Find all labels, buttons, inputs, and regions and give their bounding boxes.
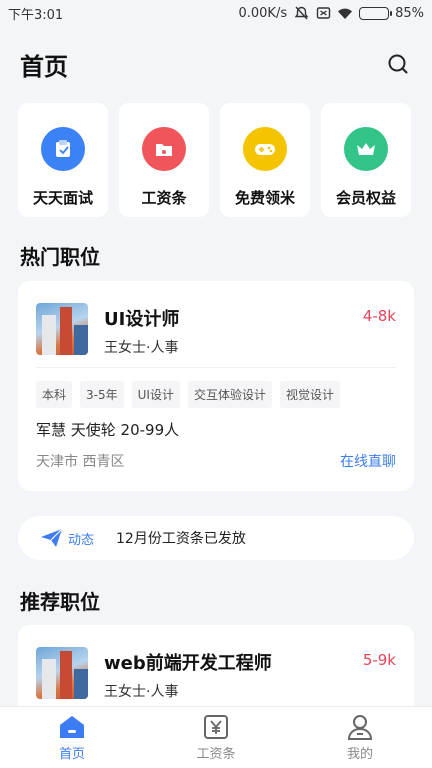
job-tag: 3-5年 [80,381,124,408]
user-icon [347,714,373,740]
divider [36,367,396,368]
tab-label: 工资条 [196,746,236,762]
search-icon [388,54,408,74]
tab-label: 我的 [346,746,373,762]
sim-icon [315,6,331,20]
status-indicators: 0.00K/s 85% [238,6,424,21]
job-header: UI设计师 4-8k 王女士·人事 [36,303,396,357]
news-tag-label: 动态 [68,532,95,548]
job-header: web前端开发工程师 5-9k 王女士·人事 [36,647,396,701]
job-tag: 视觉设计 [279,381,340,408]
page-title: 首页 [20,52,68,81]
quick-action-payslip[interactable]: 工资条 [119,103,209,217]
gamepad-icon [243,127,287,171]
quick-action-label: 工资条 [141,189,187,207]
job-title: web前端开发工程师 [104,653,272,674]
company-image [36,303,88,355]
job-location: 天津市 西青区 [36,454,125,470]
online-chat-link[interactable]: 在线直聊 [340,451,396,471]
yen-icon [204,714,228,739]
quick-action-free-rice[interactable]: 免费领米 [220,103,310,217]
news-text: 12月份工资条已发放 [116,531,246,547]
folder-icon [142,127,186,171]
tab-mine[interactable]: 我的 [288,707,432,768]
job-tags: 本科 3-5年 UI设计 交互体验设计 视觉设计 [36,381,340,408]
quick-action-label: 天天面试 [32,189,93,207]
recommended-jobs-title: 推荐职位 [20,590,100,614]
tab-label: 首页 [58,746,85,762]
quick-action-interview[interactable]: 天天面试 [18,103,108,217]
job-salary: 4-8k [362,307,396,325]
interview-icon [41,127,85,171]
battery-icon [359,6,393,20]
quick-actions: 天天面试 工资条 免费领米 会员权益 [18,103,432,217]
search-button[interactable] [384,50,412,78]
job-tag: 本科 [36,381,73,408]
job-salary: 5-9k [362,651,396,669]
company-info: 军慧 天使轮 20-99人 [36,421,180,439]
job-title: UI设计师 [104,309,180,330]
network-speed: 0.00K/s [238,5,288,21]
job-tag: 交互体验设计 [187,381,272,408]
news-tag: 动态 [40,528,94,548]
page-header: 首页 [20,46,412,82]
tab-home[interactable]: 首页 [0,707,144,768]
job-contact: 王女士·人事 [104,684,179,700]
company-image [36,647,88,699]
home-icon [60,715,84,738]
battery-percent: 85% [395,5,424,21]
wifi-icon [337,6,353,20]
tab-payslip[interactable]: 工资条 [144,707,288,768]
news-bar[interactable]: 动态 12月份工资条已发放 [18,516,414,560]
bottom-tab-bar: 首页 工资条 我的 [0,706,432,768]
quick-action-label: 免费领米 [234,189,295,207]
job-tag: UI设计 [131,381,180,408]
quick-action-membership[interactable]: 会员权益 [321,103,411,217]
paper-plane-icon [41,528,63,547]
mute-icon [293,6,309,20]
status-time: 下午3:01 [8,7,64,23]
status-bar: 下午3:01 0.00K/s 85% [0,0,432,26]
crown-icon [344,127,388,171]
quick-action-label: 会员权益 [335,189,396,207]
hot-job-card[interactable]: UI设计师 4-8k 王女士·人事 本科 3-5年 UI设计 交互体验设计 视觉… [18,281,414,491]
job-contact: 王女士·人事 [104,340,179,356]
hot-jobs-title: 热门职位 [20,245,100,269]
